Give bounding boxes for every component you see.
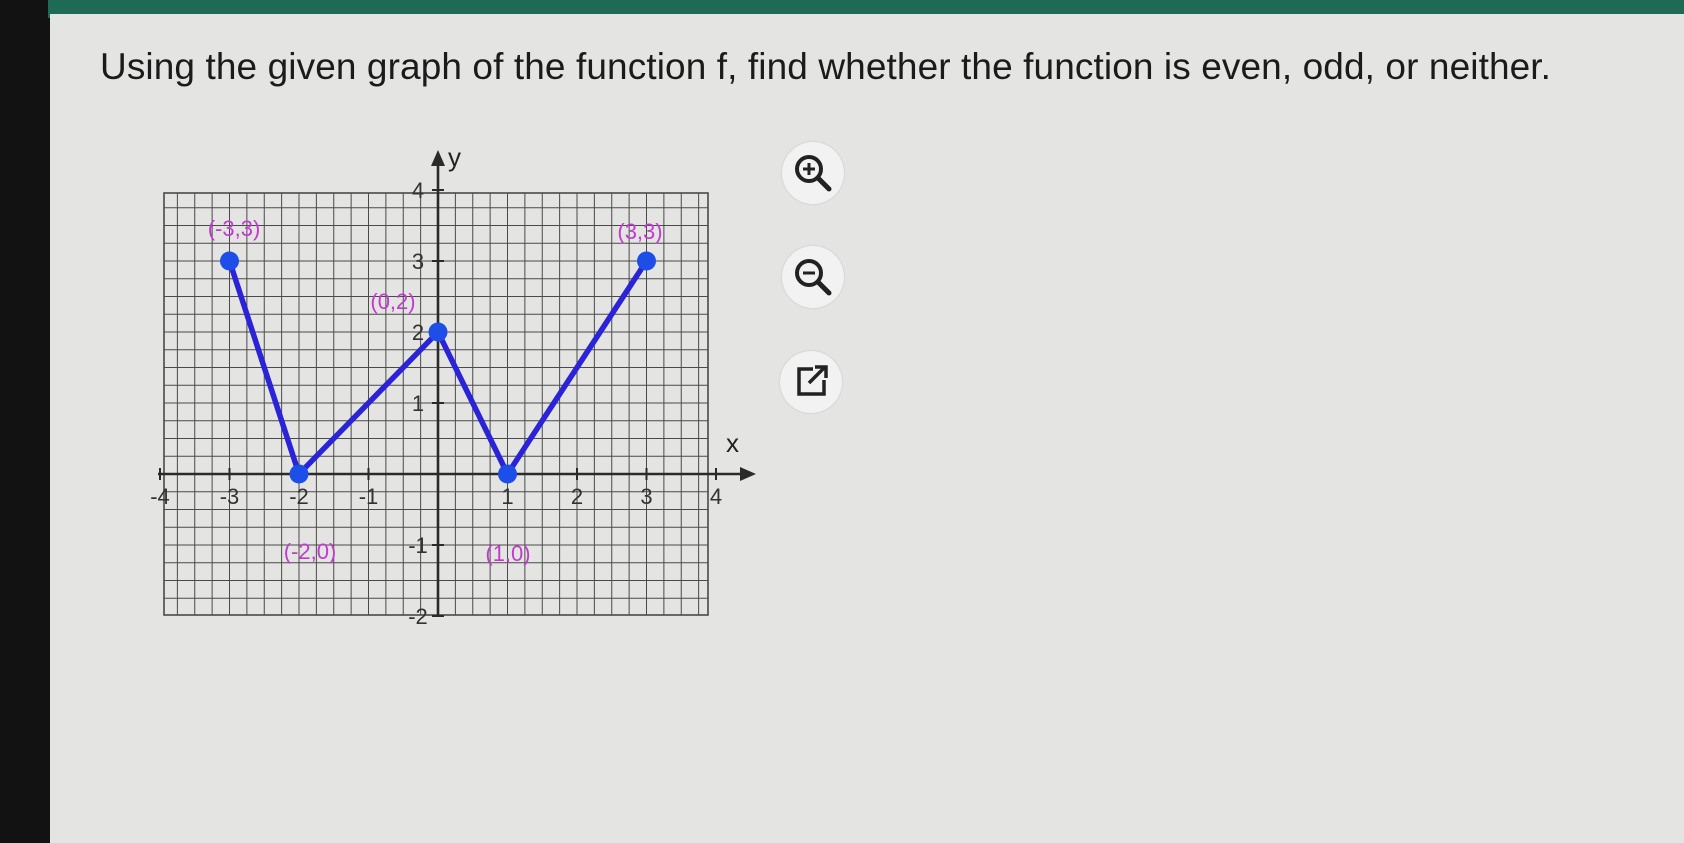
zoom-out-button[interactable] xyxy=(782,246,844,308)
external-link-icon xyxy=(797,365,828,396)
popout-button[interactable] xyxy=(780,351,842,413)
point-label: (1,0) xyxy=(485,541,530,566)
x-axis-arrow xyxy=(740,467,756,481)
y-tick-label: -1 xyxy=(408,533,428,558)
data-point xyxy=(289,464,309,484)
zoom-out-icon xyxy=(795,259,832,296)
point-label: (-2,0) xyxy=(284,539,337,564)
point-label: (-3,3) xyxy=(208,216,261,241)
x-tick-label: 2 xyxy=(571,484,583,509)
data-point xyxy=(428,322,448,342)
graph-axes: xy xyxy=(158,142,756,615)
x-tick-label: -1 xyxy=(359,484,379,509)
x-axis-label: x xyxy=(726,428,739,458)
y-tick-label: 3 xyxy=(412,249,424,274)
point-label: (3,3) xyxy=(617,219,662,244)
zoom-in-button[interactable] xyxy=(782,142,844,204)
zoom-in-icon xyxy=(795,155,832,192)
function-graph: xy -4 -3 -2 -1 1 2 3 44321-1-2 (-3,3)(0,2)(3,3)… xyxy=(150,142,756,629)
x-tick-label: -4 xyxy=(150,484,170,509)
x-tick-label: -2 xyxy=(289,484,309,509)
x-tick-label: 3 xyxy=(640,484,652,509)
y-tick-label: 1 xyxy=(412,391,424,416)
x-tick-label: 4 xyxy=(710,484,722,509)
data-point xyxy=(220,251,239,271)
y-tick-label: 2 xyxy=(412,320,424,345)
point-label: (0,2) xyxy=(370,289,415,314)
x-tick-label: -3 xyxy=(220,484,240,509)
data-point xyxy=(498,464,517,484)
y-axis-label: y xyxy=(448,142,461,172)
y-tick-label: -2 xyxy=(408,604,428,629)
y-tick-label: 4 xyxy=(412,178,424,203)
data-point xyxy=(637,251,656,271)
y-axis-arrow xyxy=(431,150,445,166)
x-tick-label: 1 xyxy=(501,484,513,509)
